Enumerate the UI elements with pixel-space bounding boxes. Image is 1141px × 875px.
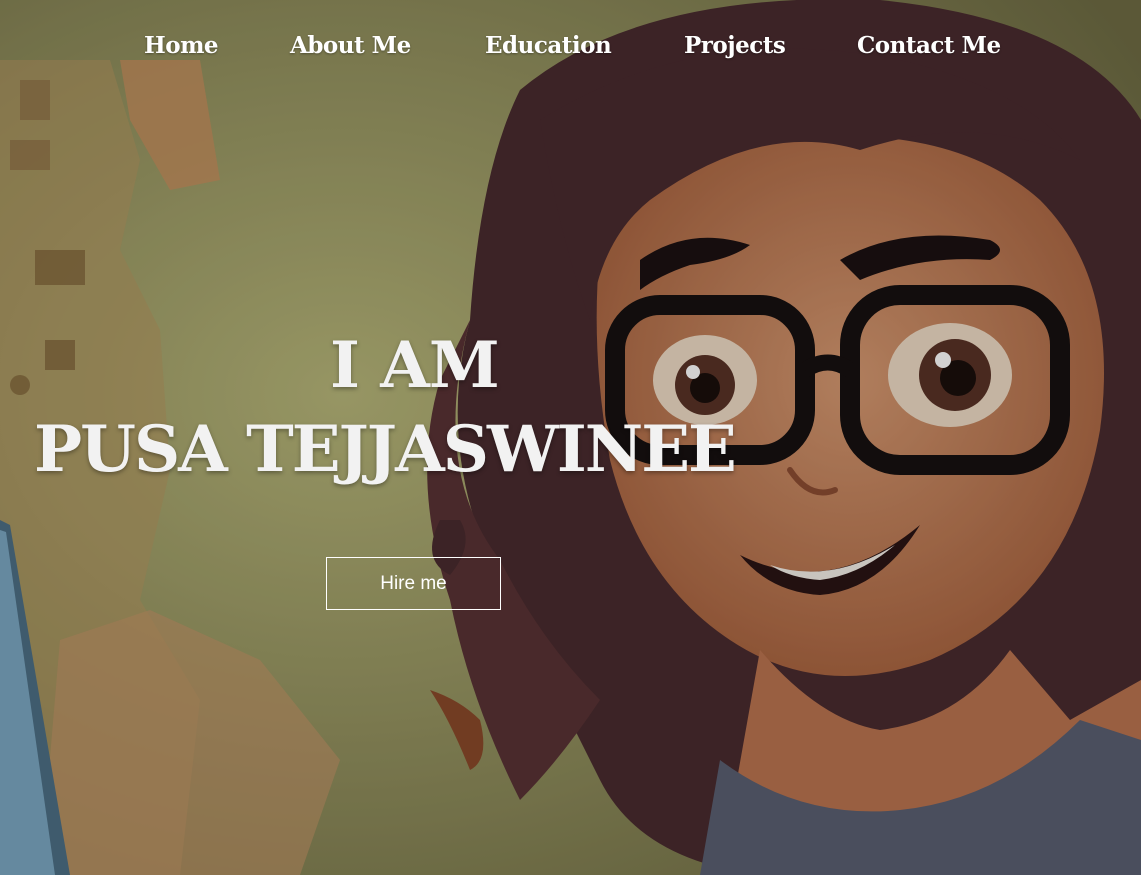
main-navigation: Home About Me Education Projects Contact… xyxy=(0,28,1141,68)
hero-section: Home About Me Education Projects Contact… xyxy=(0,0,1141,875)
nav-link-projects[interactable]: Projects xyxy=(684,32,786,59)
nav-link-contact-me[interactable]: Contact Me xyxy=(857,32,1001,59)
hero-title-line-1: I AM xyxy=(330,328,500,403)
nav-link-education[interactable]: Education xyxy=(485,32,612,59)
nav-link-home[interactable]: Home xyxy=(144,32,219,59)
hero-title-name: PUSA TEJJASWINEE xyxy=(34,412,737,487)
hire-me-button[interactable]: Hire me xyxy=(326,557,501,610)
nav-link-about-me[interactable]: About Me xyxy=(290,32,411,59)
